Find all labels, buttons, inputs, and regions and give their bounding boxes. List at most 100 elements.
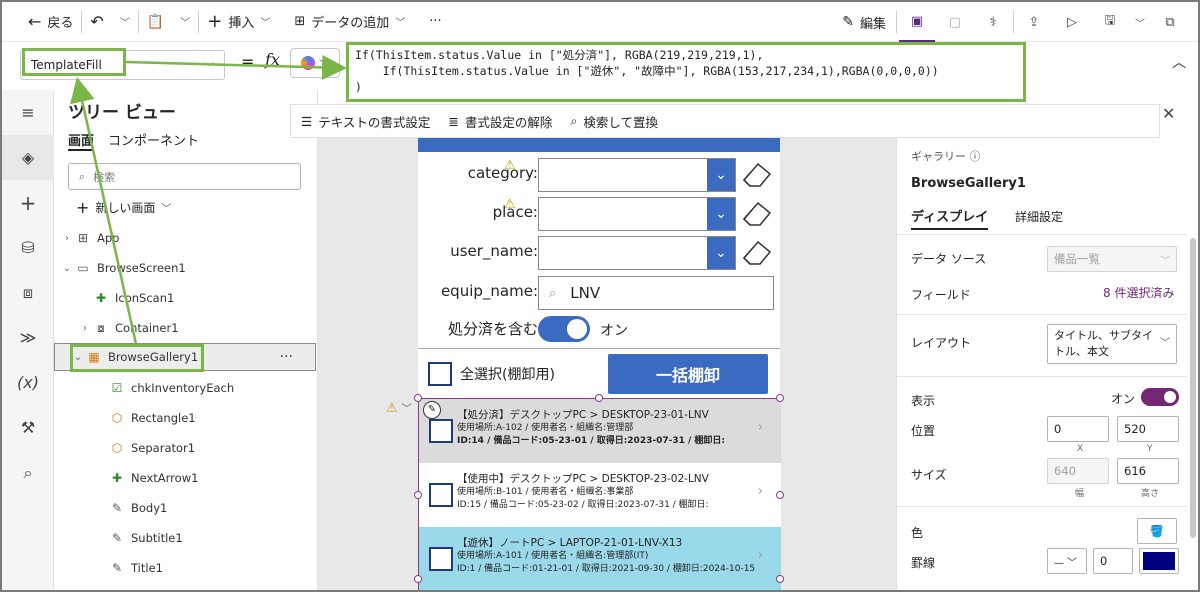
undo-menu-button[interactable]: ﹀ [112, 2, 138, 42]
collapse-formula-icon[interactable]: ︿ [1172, 52, 1186, 72]
format-text-button[interactable]: ☰ テキストの書式設定 [301, 112, 430, 131]
search-rail-icon[interactable]: ⌕ [2, 450, 54, 495]
tree-item-nextarrow1[interactable]: ✚ NextArrow1 [54, 464, 316, 492]
border-width-input[interactable]: 0 [1093, 548, 1133, 574]
gallery-row[interactable]: ✎ 【処分済】デスクトップPC > DESKTOP-23-01-LNV 使用場所… [419, 399, 781, 463]
position-x-input[interactable]: 0 [1047, 416, 1109, 442]
resize-handle[interactable] [595, 394, 603, 402]
bulk-inventory-button[interactable]: 一括棚卸 [608, 354, 768, 394]
category-dropdown[interactable]: ⌄ [538, 158, 736, 192]
y-caption: Y [1147, 444, 1153, 454]
add-data-button[interactable]: ⊞ データの追加 ﹀ [286, 2, 413, 42]
property-dropdown[interactable]: TemplateFill ﹀ [20, 50, 225, 80]
tree-item-title1[interactable]: ✎ Title1 [54, 554, 316, 582]
resize-handle[interactable] [776, 394, 784, 402]
remove-format-button[interactable]: ≣ 書式設定の解除 [448, 112, 552, 131]
row-checkbox[interactable] [429, 483, 453, 507]
more-button[interactable]: ··· [421, 2, 449, 42]
user-name-dropdown[interactable]: ⌄ [538, 236, 736, 270]
width-input[interactable]: 640 [1047, 458, 1109, 484]
save-icon[interactable]: 🖫 [1092, 2, 1128, 42]
layout-dropdown[interactable]: タイトル、サブタイトル、本文 ﹀ [1047, 324, 1177, 364]
resize-handle[interactable] [776, 491, 784, 499]
save-menu-icon[interactable]: ﹀ [1130, 2, 1150, 42]
edit-button[interactable]: ✎ 編集 [834, 2, 894, 42]
tree-item-iconscan1[interactable]: ✚ IconScan1 [54, 284, 316, 312]
resize-handle[interactable] [414, 491, 422, 499]
menu-icon[interactable]: ≡ [2, 90, 54, 135]
tree-item-subtitle1[interactable]: ✎ Subtitle1 [54, 524, 316, 552]
close-icon[interactable]: ✕ [1162, 104, 1182, 124]
fields-edit-link[interactable]: 8 件選択済み [1103, 284, 1174, 301]
tree-item-separator1[interactable]: ⬡ Separator1 [54, 434, 316, 462]
place-dropdown[interactable]: ⌄ [538, 197, 736, 231]
tab-advanced[interactable]: 詳細設定 [1015, 208, 1063, 225]
tree-item-body1[interactable]: ✎ Body1 [54, 494, 316, 522]
back-button[interactable]: ← 戻る [2, 2, 81, 42]
help-icon[interactable]: ⓘ [970, 150, 981, 163]
include-disposed-toggle[interactable] [538, 316, 590, 342]
border-style-dropdown[interactable]: — ﹀ [1047, 548, 1087, 574]
chevron-down-icon: ﹀ [395, 18, 406, 29]
visible-toggle[interactable] [1141, 388, 1179, 406]
chevron-right-icon[interactable]: › [758, 421, 763, 434]
tree-item-browsescreen1[interactable]: ⌄ ▭ BrowseScreen1 [54, 254, 316, 282]
publish-icon[interactable]: ⧉ [1152, 2, 1188, 42]
shape-icon: ⬡ [111, 411, 123, 425]
data-icon[interactable]: ⛁ [2, 225, 54, 270]
position-y-input[interactable]: 520 [1117, 416, 1179, 442]
border-color-button[interactable] [1139, 548, 1179, 574]
chevron-right-icon[interactable]: › [758, 549, 763, 562]
tree-search-input[interactable]: ⌕ 検索 [68, 163, 301, 190]
power-automate-icon[interactable]: ≫ [2, 315, 54, 360]
media-icon[interactable]: ⧈ [2, 270, 54, 315]
gallery-row[interactable]: 【遊休】ノートPC > LAPTOP-21-01-LNV-X13 使用場所:A-… [419, 527, 781, 590]
share-icon[interactable]: ⇪ [1016, 2, 1052, 42]
tab-components[interactable]: コンポーネント [108, 130, 199, 151]
resize-handle[interactable] [776, 575, 784, 583]
tab-screens[interactable]: 画面 [68, 130, 95, 151]
select-all-checkbox[interactable] [428, 362, 452, 386]
formula-editor[interactable]: If(ThisItem.status.Value in ["処分済"], RGB… [346, 42, 1026, 102]
play-icon[interactable]: ▷ [1054, 2, 1090, 42]
resize-handle[interactable] [414, 575, 422, 583]
advanced-tools-icon[interactable]: ⚒ [2, 405, 54, 450]
row-checkbox[interactable] [429, 547, 453, 571]
row-checkbox[interactable] [429, 419, 453, 443]
color-label: 色 [911, 526, 924, 540]
comment-icon[interactable]: ▢ [937, 2, 973, 42]
row-title: 【遊休】ノートPC > LAPTOP-21-01-LNV-X13 [457, 537, 683, 549]
equip-name-input[interactable]: ⌕ LNV [538, 276, 774, 310]
more-options-button[interactable]: ··· [280, 349, 293, 365]
paste-menu-button[interactable]: ﹀ [172, 2, 198, 42]
scrollbar[interactable] [1190, 238, 1196, 538]
copilot-panel-icon[interactable]: ▣ [899, 2, 935, 42]
copilot-button[interactable]: ﹀ [290, 48, 340, 78]
eraser-icon[interactable] [740, 238, 772, 268]
fill-color-button[interactable]: 🪣 [1137, 518, 1177, 544]
chevron-right-icon[interactable]: › [758, 485, 763, 498]
data-source-dropdown[interactable]: 備品一覧 ﹀ [1047, 246, 1177, 272]
undo-button[interactable]: ↶ [82, 2, 111, 42]
resize-handle[interactable] [414, 394, 422, 402]
tree-item-rectangle1[interactable]: ⬡ Rectangle1 [54, 404, 316, 432]
app-checker-icon[interactable]: ⚕ [975, 2, 1011, 42]
edit-icon[interactable]: ✎ [423, 401, 441, 419]
eraser-icon[interactable] [740, 199, 772, 229]
gallery-row[interactable]: 【使用中】デスクトップPC > DESKTOP-23-02-LNV 使用場所:B… [419, 463, 781, 527]
find-replace-button[interactable]: ⌕ 検索して置換 [570, 112, 658, 131]
chevron-right-icon: › [83, 322, 87, 334]
paste-button[interactable]: 📋 [139, 2, 172, 42]
height-input[interactable]: 616 [1117, 458, 1179, 484]
layers-icon[interactable]: ◈ [2, 135, 54, 180]
tree-item-chkinventoryeach[interactable]: ☑ chkInventoryEach [54, 374, 316, 402]
tree-item-app[interactable]: › ⊞ App [54, 224, 316, 252]
new-screen-button[interactable]: + 新しい画面 ﹀ [76, 198, 171, 217]
tab-display[interactable]: ディスプレイ [911, 206, 989, 230]
insert-button[interactable]: + 挿入 ﹀ [199, 2, 278, 42]
tree-item-browsegallery1[interactable]: ⌄ ▦ BrowseGallery1 ··· [54, 343, 316, 371]
tree-item-container1[interactable]: › ⧇ Container1 [54, 314, 316, 342]
eraser-icon[interactable] [740, 160, 772, 190]
insert-icon[interactable]: + [2, 180, 54, 225]
variables-icon[interactable]: (x) [2, 360, 54, 405]
